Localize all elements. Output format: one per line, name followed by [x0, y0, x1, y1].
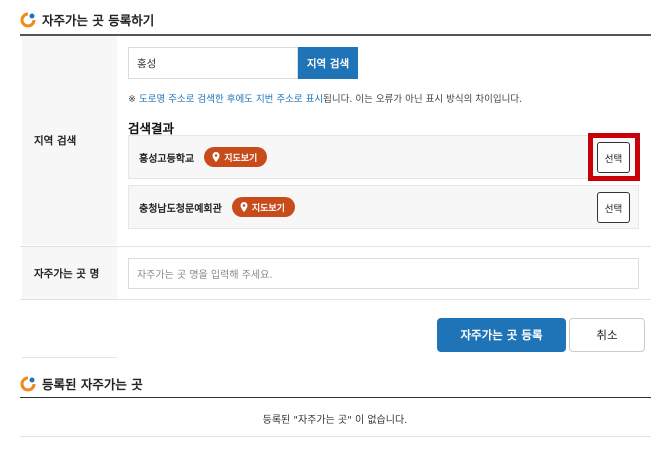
row-divider: [20, 436, 651, 437]
cancel-button[interactable]: 취소: [569, 318, 645, 352]
result-name: 홍성고등학교: [139, 153, 195, 165]
notice-suffix: 됩니다. 이는 오류가 아닌 표시 방식의 차이입니다.: [323, 94, 523, 105]
refresh-icon: [20, 12, 36, 28]
region-search-button[interactable]: 지역 검색: [298, 47, 358, 79]
notice-highlight: 도로명 주소로 검색한 후에도 지번 주소로 표시: [138, 94, 324, 105]
select-button[interactable]: 선택: [597, 192, 630, 223]
map-view-button[interactable]: 지도보기: [231, 197, 295, 217]
place-name-label-cell: 자주가는 곳 명: [22, 247, 117, 299]
region-label: 지역 검색: [34, 135, 77, 147]
registered-section-title-text: 등록된 자주가는 곳: [42, 377, 143, 392]
register-button[interactable]: 자주가는 곳 등록: [437, 318, 566, 352]
place-name-label: 자주가는 곳 명: [34, 267, 100, 280]
registered-section-title: 등록된 자주가는 곳: [20, 374, 143, 393]
result-item: 충청남도청문예회관 지도보기 선택: [128, 185, 639, 229]
region-label-cell: 지역 검색: [22, 36, 117, 245]
result-name: 충청남도청문예회관: [139, 203, 222, 215]
row-divider: [20, 299, 651, 300]
row-divider: [22, 357, 117, 358]
address-notice: ※ 도로명 주소로 검색한 후에도 지번 주소로 표시됩니다. 이는 오류가 아…: [128, 91, 522, 105]
place-name-input[interactable]: 자주가는 곳 명을 입력해 주세요.: [128, 258, 639, 289]
map-view-label: 지도보기: [251, 203, 285, 214]
register-section-title: 자주가는 곳 등록하기: [20, 10, 154, 29]
result-item: 홍성고등학교 지도보기 선택: [128, 135, 639, 179]
section-divider: [20, 397, 651, 398]
map-view-label: 지도보기: [224, 153, 258, 164]
refresh-icon: [20, 376, 36, 392]
map-pin-icon: [240, 202, 248, 212]
notice-prefix: ※: [128, 94, 139, 105]
region-search-input[interactable]: 홍성: [128, 47, 298, 79]
map-pin-icon: [212, 152, 220, 162]
map-view-button[interactable]: 지도보기: [204, 147, 268, 167]
highlight-box: [588, 133, 640, 181]
register-section-title-text: 자주가는 곳 등록하기: [42, 13, 155, 28]
empty-message: 등록된 "자주가는 곳" 이 없습니다.: [262, 415, 408, 426]
